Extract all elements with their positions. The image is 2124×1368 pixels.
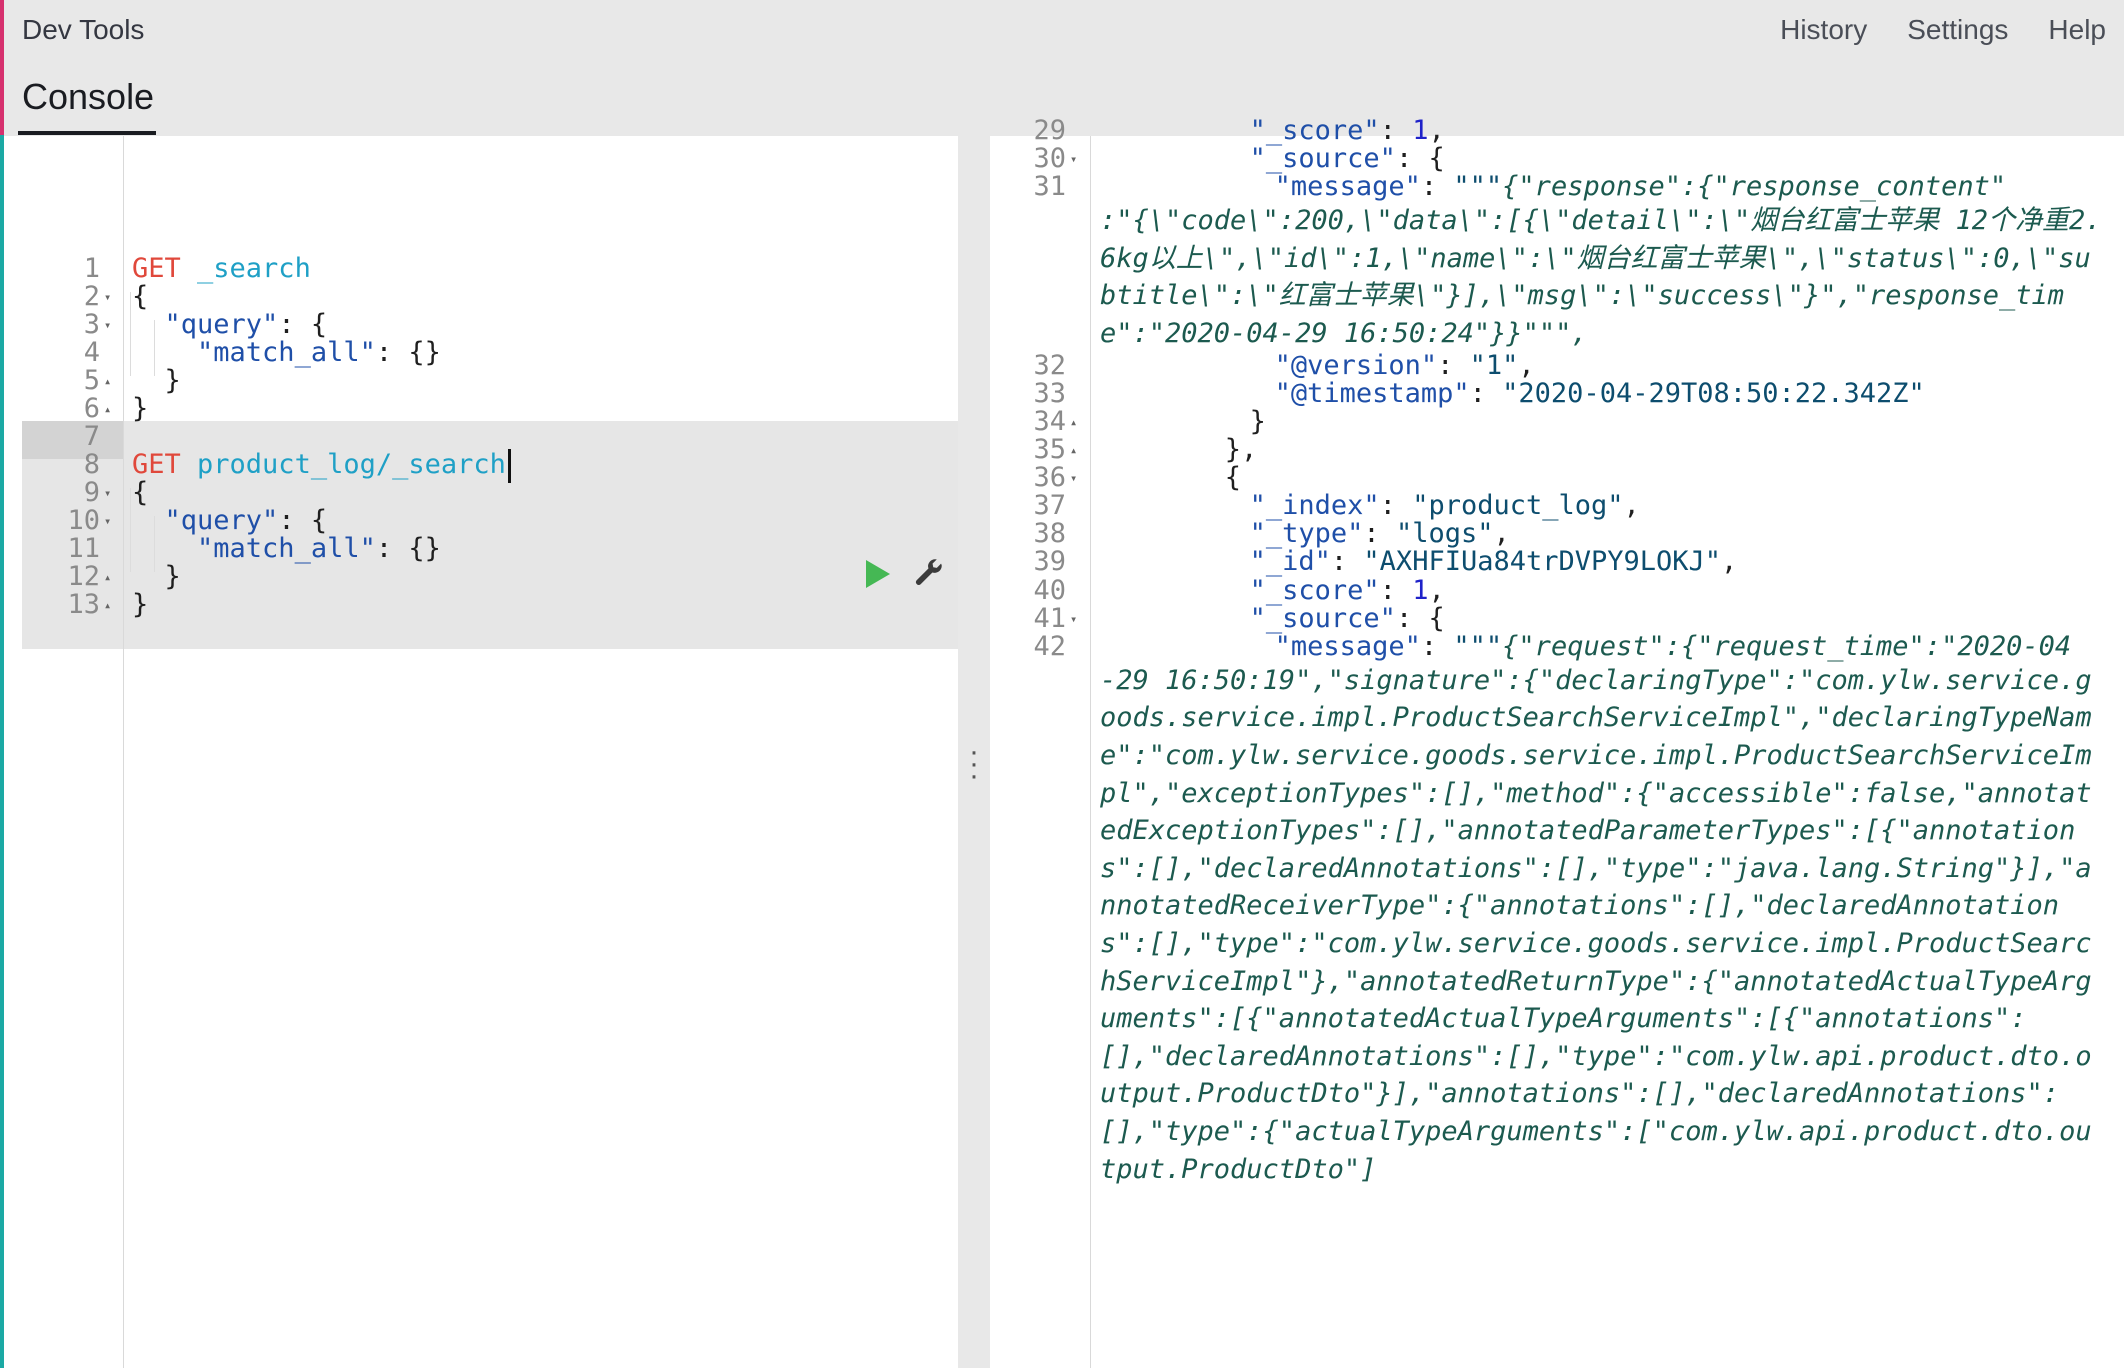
wrapped-message-text: -29 16:50:19","signature":{"declaringTyp… xyxy=(1100,664,2092,1185)
code-token: """ xyxy=(1453,171,1503,203)
code-token: : xyxy=(1469,377,1503,409)
code-token: , xyxy=(1721,546,1738,578)
code-token: "@timestamp" xyxy=(1274,377,1470,409)
top-links: History Settings Help xyxy=(1780,14,2124,46)
code-text: GET product_log/_search xyxy=(132,446,511,484)
line-number: 42 xyxy=(1033,630,1066,662)
settings-link[interactable]: Settings xyxy=(1907,14,2008,46)
indent-guide xyxy=(130,488,131,572)
top-bar: Dev Tools History Settings Help xyxy=(4,0,2124,60)
fold-down-icon[interactable]: ▾ xyxy=(104,502,111,540)
code-text: } xyxy=(132,390,148,428)
code-token: : xyxy=(1420,171,1454,203)
code-token: "message" xyxy=(1274,171,1421,203)
code-token: : xyxy=(1420,630,1454,662)
code-token: {"request":{"request_time":"2020-04 xyxy=(1502,630,2072,662)
text-cursor xyxy=(507,448,511,483)
code-token: } xyxy=(132,393,149,424)
run-request-button[interactable] xyxy=(866,560,890,588)
line-number: 31 xyxy=(1033,171,1066,203)
code-token: product_log/_search xyxy=(197,449,506,480)
code-token: "2020-04-29T08:50:22.342Z" xyxy=(1502,377,1925,409)
indent-guide xyxy=(154,320,155,376)
response-gutter-border xyxy=(1090,136,1091,1368)
gutter-border xyxy=(123,136,124,1368)
code-text: "message": """{"response":{"response_con… xyxy=(1275,168,2007,206)
code-token: _search xyxy=(197,253,311,284)
code-token: "message" xyxy=(1274,630,1421,662)
code-text: "@timestamp": "2020-04-29T08:50:22.342Z" xyxy=(1275,375,1925,413)
code-token: {"response":{"response_content" xyxy=(1502,171,2007,203)
code-token: , xyxy=(1623,490,1640,522)
code-token: : {} xyxy=(375,337,441,368)
pane-divider[interactable]: · · · xyxy=(958,136,990,1368)
help-link[interactable]: Help xyxy=(2048,14,2106,46)
line-number: 13 xyxy=(67,589,100,620)
fold-down-icon[interactable]: ▾ xyxy=(1070,600,1077,638)
history-link[interactable]: History xyxy=(1780,14,1867,46)
code-text: { xyxy=(1225,459,1241,497)
indent-guide xyxy=(154,516,155,572)
fold-up-icon[interactable]: ▴ xyxy=(104,390,111,428)
response-viewer[interactable]: 29 "_score": 1, 30 ▾ "_source": {31 "message"… xyxy=(990,115,2124,1368)
fold-up-icon[interactable]: ▴ xyxy=(104,586,111,624)
fold-down-icon[interactable]: ▾ xyxy=(104,306,111,344)
code-text: "message": """{"request":{"request_time"… xyxy=(1275,628,2072,666)
code-text: } xyxy=(132,586,148,624)
active-tab-underline xyxy=(18,131,156,135)
fold-down-icon[interactable]: ▾ xyxy=(1070,459,1077,497)
code-text: GET _search xyxy=(132,250,311,288)
code-token: """ xyxy=(1453,630,1503,662)
fold-down-icon[interactable]: ▾ xyxy=(1070,140,1077,178)
code-token: } xyxy=(132,589,149,620)
app-title: Dev Tools xyxy=(22,14,145,45)
wrench-icon[interactable] xyxy=(912,558,946,592)
vertical-dots-icon[interactable]: · · · xyxy=(958,737,990,791)
code-token: : {} xyxy=(375,533,441,564)
indent-guide xyxy=(130,292,131,376)
request-editor[interactable]: 1 GET _search 2 ▾{3 ▾ "query": {4 "match_all… xyxy=(4,136,958,1368)
code-token: { xyxy=(1224,462,1241,494)
code-token: "match_all" xyxy=(197,533,376,564)
code-token: "match_all" xyxy=(197,337,376,368)
wrapped-message-text: :"{\"code\":200,\"data\":[{\"detail\":\"… xyxy=(1100,205,2102,350)
tab-console[interactable]: Console xyxy=(22,76,154,118)
